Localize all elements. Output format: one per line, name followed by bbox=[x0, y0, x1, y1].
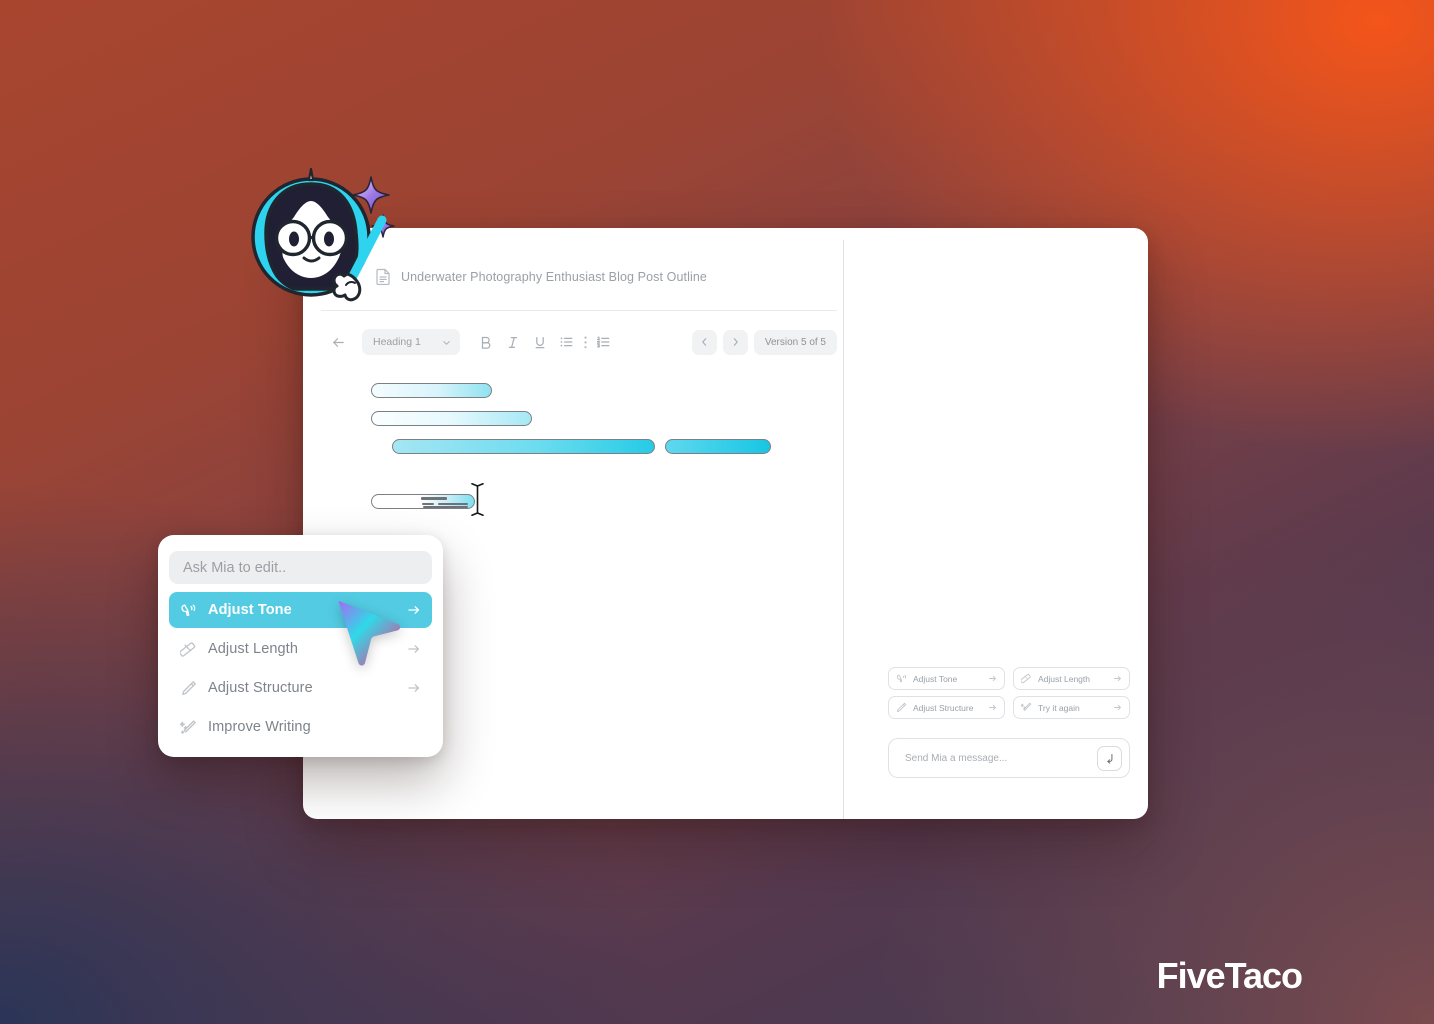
numbered-list-icon[interactable] bbox=[590, 329, 617, 355]
content-skeleton-line bbox=[665, 439, 771, 454]
menu-item-adjust-structure[interactable]: Adjust Structure bbox=[169, 670, 432, 706]
magic-wand-icon bbox=[1021, 702, 1032, 713]
ruler-icon bbox=[180, 641, 197, 658]
more-vertical-icon[interactable] bbox=[580, 329, 590, 355]
text-cursor-icon bbox=[469, 483, 486, 516]
menu-item-adjust-tone[interactable]: Adjust Tone bbox=[169, 592, 432, 628]
arrow-right-icon bbox=[1113, 674, 1122, 683]
italic-button[interactable] bbox=[499, 329, 526, 355]
search-placeholder: Ask Mia to edit.. bbox=[183, 559, 287, 576]
chat-pane: Adjust Tone Adjust Length Adjust Structu… bbox=[844, 228, 1148, 819]
magic-wand-icon bbox=[180, 719, 197, 736]
mia-mascot bbox=[249, 163, 409, 315]
content-skeleton-line bbox=[392, 439, 655, 454]
chat-composer[interactable]: Send Mia a message... bbox=[888, 738, 1130, 778]
chip-label: Adjust Structure bbox=[913, 702, 974, 713]
search-input[interactable]: Ask Mia to edit.. bbox=[169, 551, 432, 584]
content-skeleton-line bbox=[371, 411, 532, 426]
ai-edit-menu: Ask Mia to edit.. Adjust Tone Adjust Len… bbox=[158, 535, 443, 757]
megaphone-icon bbox=[180, 602, 197, 619]
content-skeleton-line bbox=[371, 383, 492, 398]
menu-item-label: Adjust Structure bbox=[208, 680, 313, 696]
suggestion-chips: Adjust Tone Adjust Length Adjust Structu… bbox=[888, 667, 1130, 719]
arrow-right-icon bbox=[988, 703, 997, 712]
arrow-right-icon bbox=[988, 674, 997, 683]
pencil-icon bbox=[896, 702, 907, 713]
next-version-button[interactable] bbox=[722, 329, 748, 355]
page-title: Underwater Photography Enthusiast Blog P… bbox=[401, 269, 707, 284]
arrow-right-icon bbox=[407, 603, 421, 617]
content-skeleton-line-selected bbox=[371, 494, 475, 509]
menu-item-adjust-length[interactable]: Adjust Length bbox=[169, 631, 432, 667]
chat-input-placeholder: Send Mia a message... bbox=[905, 752, 1008, 764]
bold-button[interactable] bbox=[472, 329, 499, 355]
menu-item-label: Adjust Tone bbox=[208, 602, 292, 618]
chip-adjust-structure[interactable]: Adjust Structure bbox=[888, 696, 1005, 719]
bullet-list-icon[interactable] bbox=[553, 329, 580, 355]
arrow-right-icon bbox=[1113, 703, 1122, 712]
chip-adjust-length[interactable]: Adjust Length bbox=[1013, 667, 1130, 690]
chip-label: Adjust Length bbox=[1038, 673, 1090, 684]
arrow-right-icon bbox=[407, 642, 421, 656]
previous-version-button[interactable] bbox=[691, 329, 717, 355]
fivetaco-logo: FiveTaco bbox=[1156, 955, 1303, 996]
paragraph-style-value: Heading 1 bbox=[373, 336, 421, 348]
arrow-right-icon bbox=[407, 681, 421, 695]
send-button[interactable] bbox=[1097, 745, 1122, 771]
underline-button[interactable] bbox=[526, 329, 553, 355]
chip-label: Adjust Tone bbox=[913, 673, 958, 684]
chip-adjust-tone[interactable]: Adjust Tone bbox=[888, 667, 1005, 690]
menu-item-label: Improve Writing bbox=[208, 719, 311, 735]
pencil-icon bbox=[180, 680, 197, 697]
megaphone-icon bbox=[896, 673, 907, 684]
ruler-icon bbox=[1021, 673, 1032, 684]
chip-try-it-again[interactable]: Try it again bbox=[1013, 696, 1130, 719]
chip-label: Try it again bbox=[1038, 702, 1080, 713]
chevron-down-icon bbox=[442, 338, 451, 347]
version-badge[interactable]: Version 5 of 5 bbox=[753, 329, 837, 355]
menu-item-improve-writing[interactable]: Improve Writing bbox=[169, 709, 432, 745]
editor-toolbar: Heading 1 Version 5 of 5 bbox=[321, 327, 837, 357]
version-label: Version 5 of 5 bbox=[764, 336, 826, 348]
menu-item-label: Adjust Length bbox=[208, 641, 298, 657]
back-button[interactable] bbox=[325, 329, 351, 355]
paragraph-style-select[interactable]: Heading 1 bbox=[362, 329, 460, 355]
